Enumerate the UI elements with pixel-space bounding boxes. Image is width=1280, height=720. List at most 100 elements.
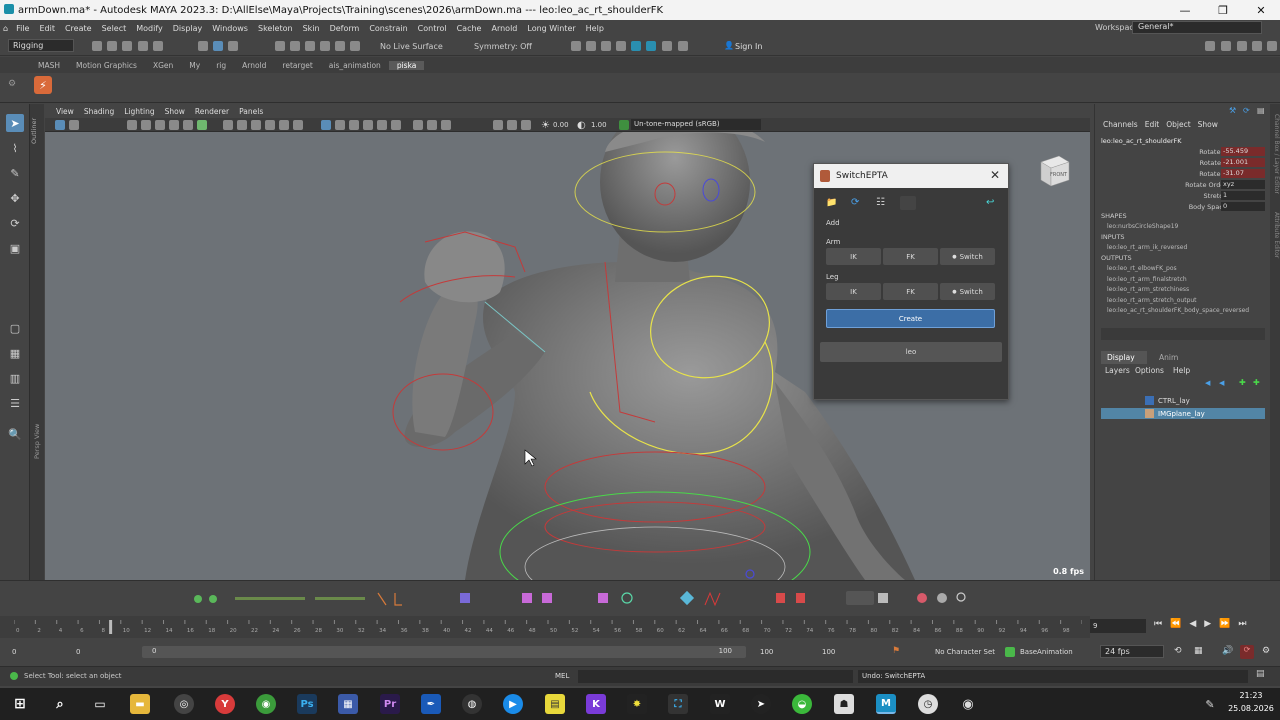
playback-start-field[interactable]: 0 bbox=[76, 648, 80, 656]
auto-key-icon[interactable]: ⚑ bbox=[892, 646, 900, 656]
preferences-icon[interactable]: ⚙ bbox=[1262, 646, 1270, 656]
select-tool-icon[interactable]: ➤ bbox=[6, 114, 24, 132]
outliner-pane-icon[interactable]: ☰ bbox=[6, 394, 24, 412]
taskbar-time[interactable]: 21:23 bbox=[1228, 691, 1274, 700]
arnold-ipr-icon[interactable] bbox=[646, 41, 656, 51]
scene-start-field[interactable]: 0 bbox=[12, 648, 16, 656]
exposure-icon[interactable]: ☀ bbox=[541, 120, 550, 131]
resolution-gate-icon[interactable] bbox=[427, 120, 437, 130]
anim-layer-select[interactable]: BaseAnimation bbox=[1020, 648, 1073, 656]
leg-switch-button[interactable]: ● Switch bbox=[940, 283, 995, 300]
time-slider[interactable]: 0 2 4 6 8 10 12 14 16 18 20 22 24 26 28 30 32 34 36 38 40 42 4… bbox=[0, 616, 1090, 638]
play-forward-icon[interactable]: ▶ bbox=[1200, 619, 1215, 633]
vp-menu-panels[interactable]: Panels bbox=[234, 107, 268, 116]
textured-icon[interactable] bbox=[265, 120, 275, 130]
tool-settings-icon[interactable] bbox=[1252, 41, 1262, 51]
selected-node-name[interactable]: leo:leo_ac_rt_shoulderFK bbox=[1101, 137, 1182, 145]
safe-action-icon[interactable] bbox=[507, 120, 517, 130]
undo-icon[interactable] bbox=[138, 41, 148, 51]
layer-color-swatch[interactable] bbox=[1145, 396, 1154, 405]
key-tools-icon[interactable] bbox=[195, 590, 215, 608]
playback-end-field[interactable]: 100 bbox=[760, 648, 773, 656]
scale-tool-icon[interactable]: ▣ bbox=[6, 239, 24, 257]
camera-attr-icon[interactable] bbox=[69, 120, 79, 130]
lasso-tool-icon[interactable]: ⌇ bbox=[6, 139, 24, 157]
select-component-icon[interactable] bbox=[228, 41, 238, 51]
notes-app-icon[interactable]: ▤ bbox=[545, 694, 565, 714]
symmetry-label[interactable]: Symmetry: Off bbox=[474, 42, 532, 51]
xray-joints-icon[interactable] bbox=[335, 120, 345, 130]
step-back-frame-icon[interactable]: ◀ bbox=[1185, 619, 1200, 633]
grease-pencil-icon[interactable] bbox=[169, 120, 179, 130]
photoshop-icon[interactable]: Ps bbox=[297, 694, 317, 714]
sound-icon[interactable]: 🔊 bbox=[1222, 646, 1233, 656]
wacom-icon[interactable]: W bbox=[710, 694, 730, 714]
chrome-icon[interactable]: ◉ bbox=[256, 694, 276, 714]
task-view-icon[interactable]: ▭ bbox=[90, 694, 110, 714]
grid-toggle-icon[interactable] bbox=[183, 120, 193, 130]
switch-epta-close-button[interactable]: ✕ bbox=[990, 168, 1000, 182]
script-language-toggle[interactable]: MEL bbox=[555, 672, 569, 680]
live-surface-label[interactable]: No Live Surface bbox=[380, 42, 443, 51]
anti-aliasing-icon[interactable] bbox=[391, 120, 401, 130]
outliner-tab[interactable]: Outliner bbox=[30, 104, 44, 144]
arnold-render-icon[interactable] bbox=[631, 41, 641, 51]
workspace-select[interactable]: General* bbox=[1132, 21, 1262, 34]
anim-search-icon[interactable] bbox=[954, 590, 968, 608]
current-frame-field[interactable]: 9 bbox=[1090, 619, 1146, 633]
obs-icon[interactable]: ◍ bbox=[462, 694, 482, 714]
camera-select-icon[interactable] bbox=[55, 120, 65, 130]
pause-icon[interactable] bbox=[678, 41, 688, 51]
menu-control[interactable]: Control bbox=[413, 24, 452, 33]
gamma-value[interactable]: 1.00 bbox=[591, 121, 607, 129]
ghost-app-icon[interactable]: ☗ bbox=[834, 694, 854, 714]
scene-end-field[interactable]: 100 bbox=[822, 648, 835, 656]
attr-rotate-x-value[interactable]: -55.459 bbox=[1221, 147, 1265, 156]
character-controls-icon[interactable] bbox=[1221, 41, 1231, 51]
menu-skeleton[interactable]: Skeleton bbox=[253, 24, 298, 33]
safe-title-icon[interactable] bbox=[521, 120, 531, 130]
menu-long-winter[interactable]: Long Winter bbox=[522, 24, 580, 33]
step-back-key-icon[interactable]: ⏪ bbox=[1166, 619, 1185, 633]
current-time-marker[interactable] bbox=[109, 620, 113, 634]
menu-arnold[interactable]: Arnold bbox=[486, 24, 522, 33]
attr-stretch-label[interactable]: Stretch bbox=[1107, 192, 1227, 200]
shelf-settings-icon[interactable]: ⚙ bbox=[8, 79, 16, 89]
open-scene-icon[interactable] bbox=[107, 41, 117, 51]
attr-body-space-label[interactable]: Body Space bbox=[1107, 203, 1227, 211]
menu-windows[interactable]: Windows bbox=[207, 24, 253, 33]
snap-curve-icon[interactable] bbox=[290, 41, 300, 51]
file-explorer-icon[interactable]: ▬ bbox=[130, 694, 150, 714]
taskbar-date[interactable]: 25.08.2026 bbox=[1228, 704, 1274, 713]
layer-color-swatch[interactable] bbox=[1145, 409, 1154, 418]
menu-display[interactable]: Display bbox=[168, 24, 208, 33]
shelf-tab-motion-graphics[interactable]: Motion Graphics bbox=[68, 61, 145, 70]
attr-stretch-value[interactable]: 1 bbox=[1221, 191, 1265, 200]
layer-menu-help[interactable]: Help bbox=[1173, 366, 1190, 375]
refresh-icon[interactable]: ⟳ bbox=[851, 197, 859, 208]
tab-anim[interactable]: Anim bbox=[1151, 353, 1178, 362]
rotate-tool-icon[interactable]: ⟳ bbox=[6, 214, 24, 232]
save-scene-icon[interactable] bbox=[122, 41, 132, 51]
input-node[interactable]: leo:leo_rt_arm_ik_reversed bbox=[1107, 244, 1187, 251]
menu-modify[interactable]: Modify bbox=[131, 24, 168, 33]
premiere-icon[interactable]: Pr bbox=[380, 694, 400, 714]
switch-epta-shelf-icon[interactable]: ⚡ bbox=[34, 76, 52, 94]
pen-tray-icon[interactable]: ✎ bbox=[1200, 694, 1220, 714]
cb-menu-edit[interactable]: Edit bbox=[1145, 120, 1167, 129]
k-app-icon[interactable]: K bbox=[586, 694, 606, 714]
windows-start-icon[interactable]: ⊞ bbox=[10, 694, 30, 714]
new-layer-icon[interactable]: ✚ bbox=[1239, 378, 1246, 387]
clock-app-icon[interactable]: ◷ bbox=[918, 694, 938, 714]
attr-rotate-order-label[interactable]: Rotate Order bbox=[1107, 181, 1227, 189]
attribute-editor-icon[interactable] bbox=[1237, 41, 1247, 51]
channel-box-layout-icon[interactable]: ▤ bbox=[1257, 106, 1265, 115]
spark-app-icon[interactable]: ✸ bbox=[627, 694, 647, 714]
move-layer-up-icon[interactable]: ◀ bbox=[1205, 379, 1210, 387]
arm-ik-button[interactable]: IK bbox=[826, 248, 881, 265]
shelf-tab-arnold[interactable]: Arnold bbox=[234, 61, 274, 70]
switch-epta-titlebar[interactable]: SwitchEPTA ✕ bbox=[814, 164, 1008, 188]
attr-body-space-value[interactable]: 0 bbox=[1221, 202, 1265, 211]
menu-file[interactable]: File bbox=[11, 24, 34, 33]
tab-display[interactable]: Display bbox=[1101, 351, 1147, 364]
